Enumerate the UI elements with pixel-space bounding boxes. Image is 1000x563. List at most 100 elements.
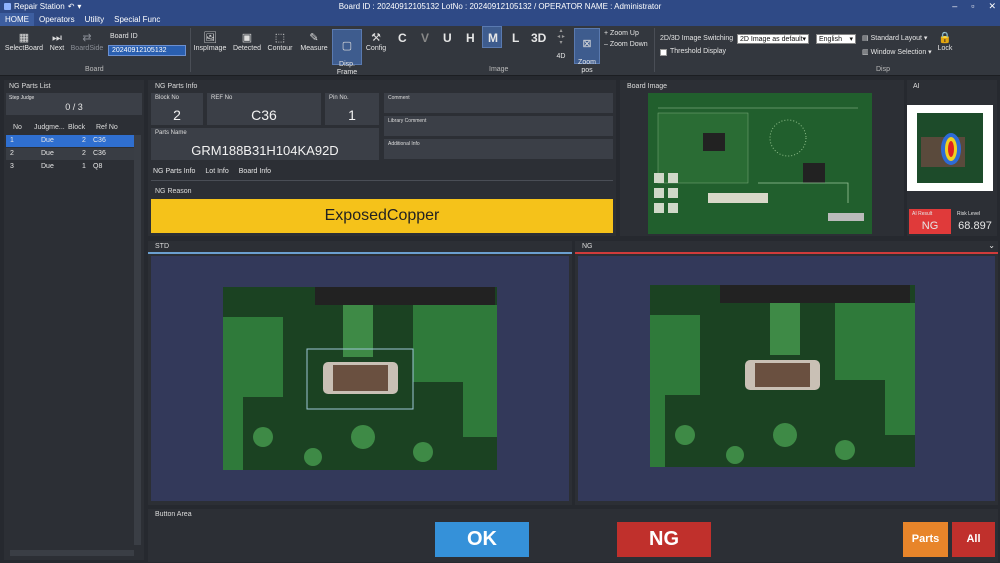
image-group-label: Image <box>489 66 509 73</box>
minus-icon: – <box>604 41 608 48</box>
col-judgment: Judgme... <box>34 124 65 131</box>
std-panel: STD <box>148 241 572 505</box>
ng-parts-table: No Judgme... Block Ref No 1 Due 2 C36 2 … <box>6 122 142 552</box>
table-row[interactable]: 3 Due 1 Q8 <box>6 161 134 173</box>
window-icon: ▥ <box>862 49 869 56</box>
board-image-panel: Board Image <box>620 80 904 236</box>
parts-name-value: GRM188B31H104KA92D <box>191 143 339 158</box>
next-button[interactable]: ⏭ Next <box>46 32 68 52</box>
vertical-scrollbar[interactable] <box>134 135 141 545</box>
minimize-icon[interactable]: – <box>952 0 957 13</box>
step-judge-label: Step Judge <box>9 95 35 101</box>
ai-title: AI <box>913 83 920 90</box>
library-comment-label: Library Comment <box>388 118 427 124</box>
image-icon: 🖼 <box>203 32 217 44</box>
ai-heatmap-image[interactable] <box>907 105 993 191</box>
board-side-button[interactable]: ⇄ BoardSide <box>70 32 104 52</box>
menu-operators[interactable]: Operators <box>34 13 80 26</box>
ribbon-divider <box>190 28 191 72</box>
view-3d-button[interactable]: 3D <box>531 31 546 45</box>
view-h-button[interactable]: H <box>466 31 475 45</box>
disp-frame-button[interactable]: ▢ Disp. Frame <box>332 29 362 76</box>
ng-panel: NG ⌄ <box>575 241 998 505</box>
4d-label: 4D <box>556 53 566 60</box>
tab-board-info[interactable]: Board Info <box>239 168 271 175</box>
button-area-panel: Button Area OK NG Parts All <box>148 509 998 562</box>
close-icon[interactable]: ✕ <box>988 0 996 13</box>
standard-layout-button[interactable]: ▤ Standard Layout ▾ <box>862 34 927 42</box>
disp-group-label: Disp <box>876 66 891 73</box>
insp-image-button[interactable]: 🖼 InspImage <box>193 32 227 52</box>
board-side-icon: ⇄ <box>82 32 92 44</box>
block-no-value: 2 <box>173 107 181 123</box>
zoom-down-button[interactable]: – Zoom Down <box>604 41 648 48</box>
contour-button[interactable]: ⬚ Contour <box>265 32 295 52</box>
detected-button[interactable]: ▣ Detected <box>231 32 263 52</box>
ref-no-value: C36 <box>251 107 277 123</box>
threshold-checkbox[interactable] <box>660 49 667 56</box>
table-row[interactable]: 2 Due 2 C36 <box>6 148 134 160</box>
table-row[interactable]: 1 Due 2 C36 <box>6 135 134 147</box>
ng-component-image <box>650 285 915 467</box>
ai-heatmap-graphic <box>917 113 983 183</box>
view-c-button[interactable]: C <box>398 31 407 45</box>
language-select[interactable]: English ▾ <box>816 34 856 44</box>
parts-name-label: Parts Name <box>155 130 187 136</box>
contour-icon: ⬚ <box>274 32 286 44</box>
chevron-down-icon: ▾ <box>802 36 806 43</box>
parts-name-box: Parts Name GRM188B31H104KA92D <box>151 128 379 160</box>
config-button[interactable]: ⚒ Config <box>364 32 388 52</box>
plus-icon: + <box>604 30 609 37</box>
comment-box: Comment <box>384 93 613 113</box>
ng-title: NG <box>582 243 593 250</box>
pin-no-label: Pin No. <box>329 95 349 101</box>
view-l-button[interactable]: L <box>512 31 519 45</box>
view-u-button[interactable]: U <box>443 31 452 45</box>
ai-result-box: AI Result NG <box>909 209 951 234</box>
ref-no-box: REF No C36 <box>207 93 321 125</box>
all-button[interactable]: All <box>952 522 995 557</box>
ng-button[interactable]: NG <box>617 522 711 557</box>
std-title: STD <box>155 243 169 250</box>
board-image-graphic <box>648 93 872 234</box>
ng-parts-info-title: NG Parts Info <box>155 83 198 90</box>
maximize-icon[interactable]: ▫ <box>971 0 974 13</box>
threshold-label: Threshold Display <box>670 48 727 55</box>
menu-home[interactable]: HOME <box>0 13 34 26</box>
step-judge-value: 0 / 3 <box>65 102 83 112</box>
window-title: Board ID : 20240912105132 LotNo : 202409… <box>338 2 662 11</box>
window-selection-button[interactable]: ▥ Window Selection ▾ <box>862 48 932 56</box>
lock-button[interactable]: 🔒 Lock <box>936 32 954 52</box>
comment-label: Comment <box>388 95 410 101</box>
ai-result-value: NG <box>921 220 939 232</box>
std-component-image <box>223 287 497 470</box>
tab-lot-info[interactable]: Lot Info <box>205 168 228 175</box>
ribbon-divider <box>654 28 655 72</box>
horizontal-scrollbar[interactable] <box>10 550 134 556</box>
risk-level-value: 68.897 <box>958 220 992 232</box>
board-id-field[interactable]: 20240912105132 <box>108 45 186 56</box>
menu-utility[interactable]: Utility <box>80 13 110 26</box>
zoom-pos-button[interactable]: ⊠ Zoom pos <box>574 28 600 74</box>
ng-parts-list-panel: NG Parts List Step Judge 0 / 3 No Judgme… <box>4 80 144 560</box>
tab-ng-parts-info[interactable]: NG Parts Info <box>153 168 195 175</box>
ai-panel: AI AI Result NG Risk Level 68.897 <box>907 80 997 236</box>
ng-viewport[interactable] <box>578 256 995 501</box>
chevron-down-icon[interactable]: ⌄ <box>988 241 995 250</box>
button-area-label: Button Area <box>155 511 192 518</box>
board-image[interactable] <box>648 93 872 234</box>
zoom-up-button[interactable]: + Zoom Up <box>604 30 639 37</box>
std-viewport[interactable] <box>151 256 569 501</box>
ng-reason-label: NG Reason <box>155 188 192 195</box>
menu-special-func[interactable]: Special Func <box>109 13 165 26</box>
ok-button[interactable]: OK <box>435 522 529 557</box>
select-board-button[interactable]: ▦ SelectBoard <box>4 32 44 52</box>
4d-arrows-icon[interactable]: ▴ ◂ ▸ ▾ <box>554 28 568 46</box>
view-v-button[interactable]: V <box>421 31 429 45</box>
image-switch-select[interactable]: 2D Image as default ▾ <box>737 34 809 44</box>
parts-button[interactable]: Parts <box>903 522 948 557</box>
view-m-button[interactable]: M <box>488 31 498 45</box>
measure-button[interactable]: ✎ Measure <box>298 32 330 52</box>
col-block: Block <box>68 124 86 131</box>
title-bar: Repair Station ↶ ▾ Board ID : 2024091210… <box>0 0 1000 13</box>
